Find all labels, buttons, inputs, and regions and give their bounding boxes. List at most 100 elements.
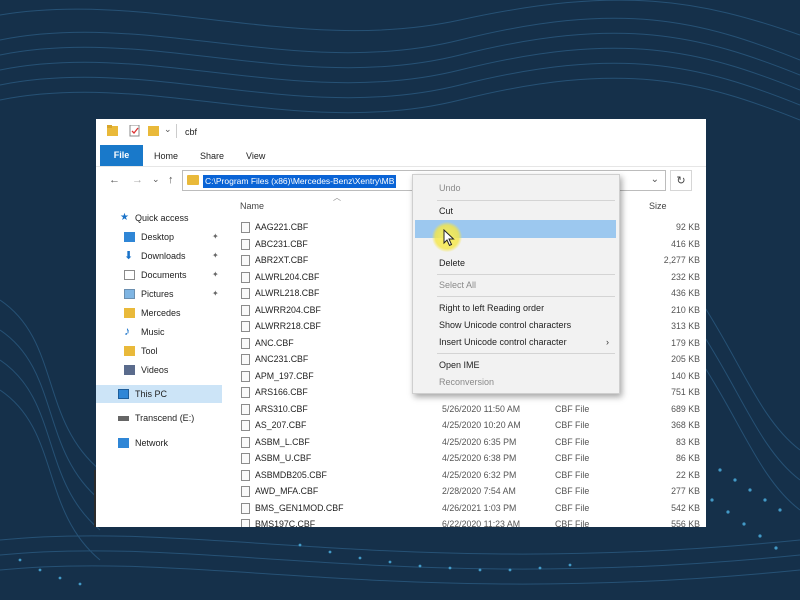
file-date: 2/28/2020 7:54 AM — [442, 486, 516, 496]
file-name: ASBM_U.CBF — [255, 453, 312, 463]
file-name: ANC.CBF — [255, 337, 294, 348]
file-row[interactable]: ASBMDB205.CBF 4/25/2020 6:32 PM CBF File 22… — [236, 467, 706, 484]
tab-file[interactable]: File — [100, 145, 143, 166]
file-icon — [241, 271, 250, 283]
menu-item-undo[interactable]: Undo — [413, 179, 619, 197]
menu-item-reconversion[interactable]: Reconversion — [413, 373, 619, 391]
desktop-icon — [124, 232, 135, 242]
up-arrow-icon[interactable]: ↑ — [168, 174, 174, 186]
nav-item-drive[interactable]: Transcend (E:) — [96, 409, 222, 427]
file-size: 86 KB — [676, 453, 700, 463]
file-icon — [241, 238, 250, 250]
file-row[interactable]: BMS_GEN1MOD.CBF 4/26/2021 1:03 PM CBF File… — [236, 500, 706, 517]
recent-locations-icon[interactable]: ⌄ — [152, 174, 160, 185]
file-size: 436 KB — [671, 288, 700, 298]
file-size: 751 KB — [671, 387, 700, 397]
file-name: ARS310.CBF — [255, 403, 308, 414]
refresh-button[interactable]: ↻ — [670, 170, 692, 191]
file-row[interactable]: AWD_MFA.CBF 2/28/2020 7:54 AM CBF File 277 … — [236, 483, 706, 500]
file-row[interactable]: ASBM_L.CBF 4/25/2020 6:35 PM CBF File 83 KB — [236, 434, 706, 451]
title-divider — [176, 124, 177, 138]
file-row[interactable]: ASBM_U.CBF 4/25/2020 6:38 PM CBF File 86 KB — [236, 450, 706, 467]
nav-item-pictures[interactable]: Pictures ✦ — [96, 285, 222, 303]
file-date: 5/26/2020 11:50 AM — [442, 403, 521, 414]
menu-item-delete[interactable]: Delete — [413, 254, 619, 272]
submenu-arrow-icon: › — [606, 337, 609, 347]
address-path-text[interactable]: C:\Program Files (x86)\Mercedes-Benz\Xen… — [203, 175, 397, 188]
file-name: BMS_GEN1MOD.CBF — [255, 502, 344, 513]
pin-icon: ✦ — [212, 232, 219, 241]
file-name: AS_207.CBF — [255, 420, 307, 430]
file-size: 689 KB — [671, 403, 700, 414]
pictures-icon — [124, 289, 135, 299]
pin-icon: ✦ — [212, 270, 219, 279]
file-icon — [241, 436, 250, 448]
nav-item-desktop[interactable]: Desktop ✦ — [96, 228, 222, 246]
file-type: CBF File — [555, 502, 590, 513]
nav-item-videos[interactable]: Videos — [96, 361, 222, 379]
nav-item-mercedes[interactable]: Mercedes — [96, 304, 222, 322]
file-icon — [241, 337, 250, 349]
file-size: 22 KB — [676, 469, 700, 480]
tab-home[interactable]: Home — [154, 149, 178, 163]
menu-item-select-all[interactable]: Select All — [413, 276, 619, 294]
file-row[interactable]: BMS197C.CBF 6/22/2020 11:23 AM CBF File 556… — [236, 516, 706, 527]
videos-icon — [124, 365, 135, 375]
drive-icon — [118, 416, 129, 421]
address-dropdown-icon[interactable]: ⌄ — [651, 174, 659, 185]
customize-toolbar-icon[interactable]: ⌄ — [164, 124, 172, 135]
file-row[interactable]: ARS310.CBF 5/26/2020 11:50 AM CBF File 689 … — [236, 401, 706, 418]
file-date: 4/26/2021 1:03 PM — [442, 502, 517, 513]
file-size: 179 KB — [671, 337, 700, 348]
file-name: BMS197C.CBF — [255, 519, 316, 527]
file-name: ASBMDB205.CBF — [255, 469, 327, 480]
sort-ascending-icon: ︿ — [333, 193, 341, 202]
nav-quick-access[interactable]: ★ Quick access — [96, 209, 222, 227]
menu-separator — [437, 296, 615, 297]
nav-item-tool[interactable]: Tool — [96, 342, 222, 360]
forward-arrow-icon[interactable]: → — [132, 174, 143, 186]
network-icon — [118, 438, 129, 448]
file-icon — [241, 288, 250, 299]
nav-item-music[interactable]: ♪ Music — [96, 323, 222, 341]
file-name: ANC231.CBF — [255, 354, 309, 364]
menu-item-cut[interactable]: Cut — [413, 202, 619, 220]
properties-icon[interactable] — [129, 125, 141, 137]
back-arrow-icon[interactable]: ← — [109, 174, 120, 186]
file-row[interactable]: AS_207.CBF 4/25/2020 10:20 AM CBF File 368 … — [236, 417, 706, 434]
file-name: AWD_MFA.CBF — [255, 486, 319, 496]
file-icon — [241, 403, 250, 415]
mouse-pointer-icon — [443, 229, 455, 247]
nav-item-documents[interactable]: Documents ✦ — [96, 266, 222, 284]
menu-item-insert-unicode[interactable]: Insert Unicode control character › — [413, 333, 619, 351]
file-name: ASBM_L.CBF — [255, 436, 310, 447]
column-header-size[interactable]: Size — [649, 201, 667, 211]
file-size: 368 KB — [671, 420, 700, 430]
documents-icon — [124, 270, 135, 280]
nav-item-this-pc[interactable]: This PC — [96, 385, 222, 403]
nav-item-downloads[interactable]: ⬇ Downloads ✦ — [96, 247, 222, 265]
file-type: CBF File — [555, 436, 590, 447]
file-icon — [241, 486, 250, 497]
file-date: 6/22/2020 11:23 AM — [442, 519, 521, 527]
file-size: 313 KB — [671, 321, 700, 331]
new-folder-icon[interactable] — [148, 125, 160, 137]
tab-view[interactable]: View — [246, 149, 265, 163]
file-name: ALWRL218.CBF — [255, 288, 320, 298]
file-icon — [241, 519, 250, 527]
folder-icon — [107, 125, 118, 136]
file-date: 4/25/2020 6:35 PM — [442, 436, 517, 447]
menu-item-rtl[interactable]: Right to left Reading order — [413, 299, 619, 317]
menu-item-show-unicode[interactable]: Show Unicode control characters — [413, 316, 619, 334]
file-size: 83 KB — [676, 436, 700, 447]
file-size: 140 KB — [671, 370, 700, 381]
menu-item-open-ime[interactable]: Open IME — [413, 356, 619, 374]
nav-item-network[interactable]: Network — [96, 434, 222, 452]
tab-share[interactable]: Share — [200, 149, 224, 163]
music-icon: ♪ — [124, 324, 130, 338]
column-header-name[interactable]: Name — [240, 201, 264, 211]
folder-icon — [124, 308, 135, 318]
file-size: 416 KB — [671, 238, 700, 249]
window-title: cbf — [185, 127, 198, 137]
file-size: 92 KB — [676, 222, 700, 232]
